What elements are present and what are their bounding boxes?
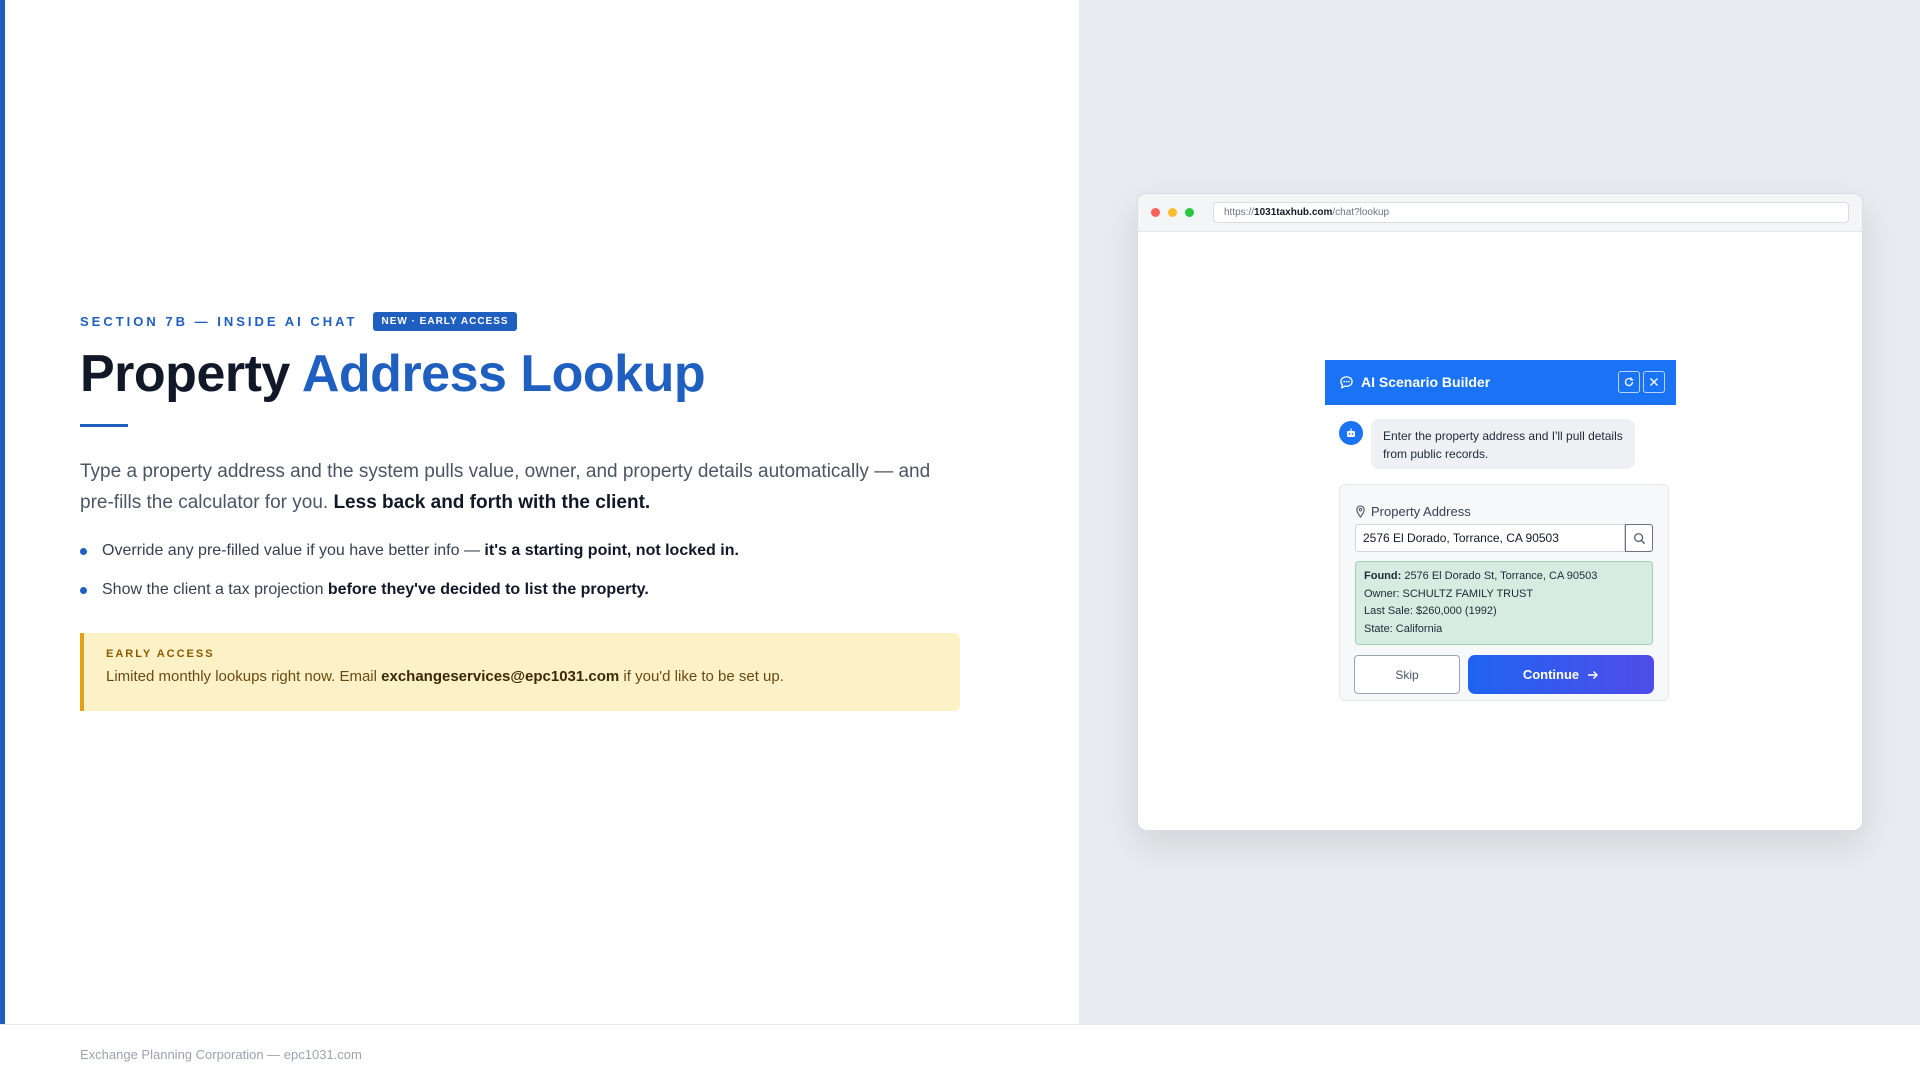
title-part1: Property [80,345,302,403]
close-chat-button[interactable] [1643,371,1665,393]
robot-icon [1347,428,1355,437]
callout-suffix: if you'd like to be set up. [619,668,784,685]
bot-message: Enter the property address and I'll pull… [1371,419,1635,469]
arrow-right-icon [1588,670,1599,679]
url-bar[interactable]: https://1031taxhub.com/chat?lookup [1213,202,1849,223]
early-access-callout: EARLY ACCESS Limited monthly lookups rig… [80,633,960,711]
browser-window: https://1031taxhub.com/chat?lookup AI Sc… [1137,193,1863,831]
callout-prefix: Limited monthly lookups right now. Email [106,668,382,685]
chat-bubble-icon [1339,375,1354,395]
result-last-sale: Last Sale: $260,000 (1992) [1364,605,1497,617]
close-window-dot[interactable] [1151,208,1160,217]
lead-paragraph: Type a property address and the system p… [80,456,960,518]
found-value: 2576 El Dorado St, Torrance, CA 90503 [1401,570,1598,582]
bot-avatar [1339,421,1363,445]
minimize-window-dot[interactable] [1168,208,1177,217]
early-access-badge: NEW · EARLY ACCESS [373,312,517,331]
chat-header: AI Scenario Builder [1325,360,1676,405]
eyebrow: SECTION 7B — INSIDE AI CHAT NEW · EARLY … [80,312,517,331]
refresh-icon [1624,377,1634,387]
result-found: Found: 2576 El Dorado St, Torrance, CA 9… [1364,568,1644,586]
chat-widget: AI Scenario Builder Enter the property a… [1325,360,1676,705]
result-owner: Owner: SCHULTZ FAMILY TRUST [1364,587,1534,600]
bullet-text: Override any pre-filled value if you hav… [102,542,485,559]
url-scheme: https:// [1224,207,1255,218]
search-icon [1633,532,1645,544]
callout-label: EARLY ACCESS [106,648,215,660]
callout-body: Limited monthly lookups right now. Email… [106,668,938,685]
bullet-strong: before they've decided to list the prope… [327,581,649,598]
page-title: Property Address Lookup [80,344,706,404]
address-input[interactable] [1355,524,1625,552]
result-state: State: California [1364,622,1443,635]
list-item: Override any pre-filled value if you hav… [80,540,960,562]
list-item: Show the client a tax projection before … [80,579,960,601]
search-button[interactable] [1625,524,1653,552]
bullet-dot [80,587,87,594]
bullet-text: Show the client a tax projection [102,581,328,598]
continue-button[interactable]: Continue [1468,655,1654,694]
accent-bar [0,0,5,1024]
field-label-text: Property Address [1371,504,1471,519]
bullet-strong: it's a starting point, not locked in. [484,542,739,559]
skip-label: Skip [1395,667,1419,682]
bullet-list: Override any pre-filled value if you hav… [80,540,960,618]
lookup-result: Found: 2576 El Dorado St, Torrance, CA 9… [1355,561,1653,645]
title-part2: Address Lookup [301,345,706,403]
url-path: /chat?lookup [1332,207,1390,218]
bullet-dot [80,548,87,555]
field-label: Property Address [1355,504,1471,519]
found-label: Found: [1364,570,1402,582]
address-form: Property Address Found: 2576 El Dorado S… [1339,484,1669,701]
close-icon [1650,378,1658,386]
footer-text: Exchange Planning Corporation — epc1031.… [80,1047,362,1062]
callout-email-link[interactable]: exchangeservices@epc1031.com [381,668,619,685]
continue-label: Continue [1522,667,1580,682]
refresh-button[interactable] [1618,371,1640,393]
chat-title: AI Scenario Builder [1361,374,1491,390]
footer: Exchange Planning Corporation — epc1031.… [0,1024,1920,1080]
section-label: SECTION 7B — INSIDE AI CHAT [80,314,358,329]
lead-strong: Less back and forth with the client. [333,492,651,513]
location-pin-icon [1356,505,1365,518]
skip-button[interactable]: Skip [1354,655,1460,694]
url-domain: 1031taxhub.com [1254,207,1333,218]
title-underline [80,424,128,427]
maximize-window-dot[interactable] [1185,208,1194,217]
browser-toolbar: https://1031taxhub.com/chat?lookup [1138,194,1862,232]
